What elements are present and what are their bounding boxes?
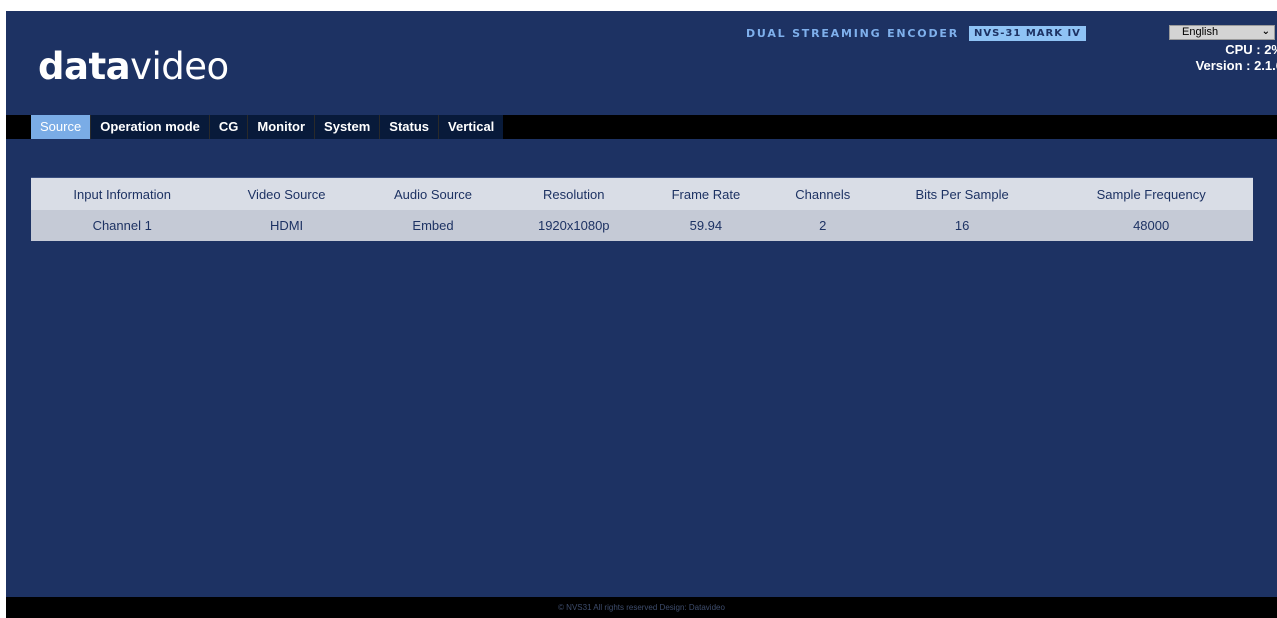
col-input-information: Input Information [31, 177, 214, 210]
col-sample-frequency: Sample Frequency [1049, 177, 1253, 210]
cell-sample-frequency: 48000 [1049, 210, 1253, 241]
cell-input-information: Channel 1 [31, 210, 214, 241]
product-title: DUAL STREAMING ENCODER NVS-31 MARK IV [746, 25, 1086, 41]
col-audio-source: Audio Source [359, 177, 507, 210]
table-header-row: Input Information Video Source Audio Sou… [31, 177, 1253, 210]
logo-thin-text: video [130, 45, 229, 88]
table-row: Channel 1 HDMI Embed 1920x1080p 59.94 2 … [31, 210, 1253, 241]
nav-bar: Source Operation mode CG Monitor System … [6, 115, 1277, 139]
source-info-table: Input Information Video Source Audio Sou… [31, 177, 1253, 241]
version-label: Version : 2.1.6 [1195, 58, 1277, 73]
tab-system[interactable]: System [315, 115, 381, 139]
cpu-usage: CPU : 2% [1225, 42, 1277, 57]
logo-bold-text: data [38, 45, 131, 88]
tab-source[interactable]: Source [31, 115, 92, 139]
col-frame-rate: Frame Rate [641, 177, 771, 210]
col-bits-per-sample: Bits Per Sample [874, 177, 1050, 210]
footer: © NVS31 All rights reserved Design: Data… [6, 597, 1277, 618]
app-window: datavideo DUAL STREAMING ENCODER NVS-31 … [6, 11, 1277, 618]
cell-bits-per-sample: 16 [874, 210, 1050, 241]
cell-video-source: HDMI [213, 210, 360, 241]
product-label: DUAL STREAMING ENCODER [746, 26, 959, 40]
col-video-source: Video Source [213, 177, 360, 210]
model-badge: NVS-31 MARK IV [968, 25, 1086, 41]
tab-monitor[interactable]: Monitor [248, 115, 316, 139]
language-value: English [1182, 26, 1219, 38]
col-resolution: Resolution [506, 177, 642, 210]
col-channels: Channels [770, 177, 875, 210]
cell-channels: 2 [770, 210, 875, 241]
tab-cg[interactable]: CG [209, 115, 249, 139]
cell-resolution: 1920x1080p [506, 210, 642, 241]
tab-vertical[interactable]: Vertical [439, 115, 504, 139]
chevron-down-icon: ⌄ [1261, 26, 1270, 37]
cell-audio-source: Embed [359, 210, 507, 241]
cell-frame-rate: 59.94 [641, 210, 771, 241]
language-select[interactable]: English ⌄ [1169, 25, 1275, 40]
tab-status[interactable]: Status [380, 115, 440, 139]
tab-operation-mode[interactable]: Operation mode [91, 115, 210, 139]
datavideo-logo: datavideo [38, 43, 229, 91]
nav-tabs: Source Operation mode CG Monitor System … [31, 115, 504, 139]
